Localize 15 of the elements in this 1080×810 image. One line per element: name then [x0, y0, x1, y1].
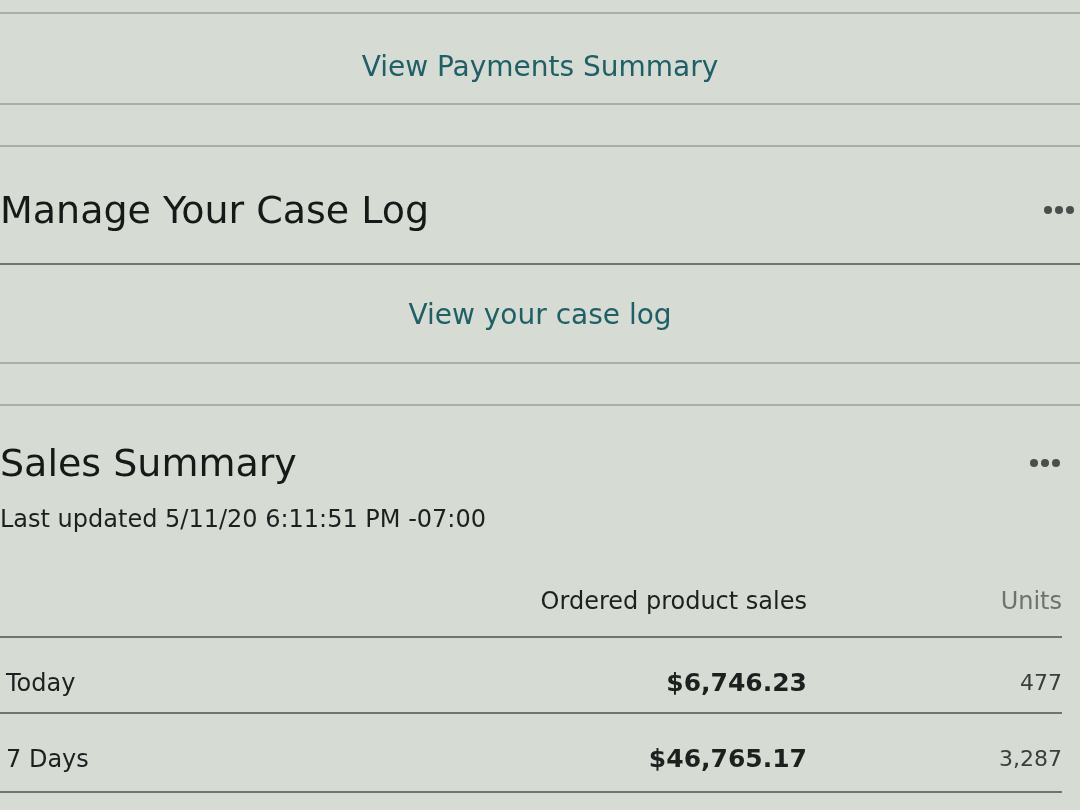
row-label: 7 Days: [5, 744, 89, 774]
table-cell-text: 3,287: [999, 745, 1062, 773]
case-log-link[interactable]: View your case log: [408, 298, 672, 332]
card-title: Sales Summary: [0, 440, 297, 486]
last-updated-text: Last updated 5/11/20 6:11:51 PM -07:00: [0, 504, 486, 534]
table-cell: $46,765.17: [648, 744, 807, 774]
payments-summary-link[interactable]: View Payments Summary: [361, 50, 719, 84]
more-icon[interactable]: [1030, 459, 1060, 467]
column-header: Units: [1000, 586, 1062, 616]
table-cell-text: 477: [1020, 669, 1062, 697]
more-icon[interactable]: [1044, 206, 1074, 214]
row-label: Today: [5, 668, 76, 698]
table-cell: $6,746.23: [666, 668, 807, 698]
card-title: Manage Your Case Log: [0, 187, 430, 233]
column-header: Ordered product sales: [540, 586, 807, 616]
